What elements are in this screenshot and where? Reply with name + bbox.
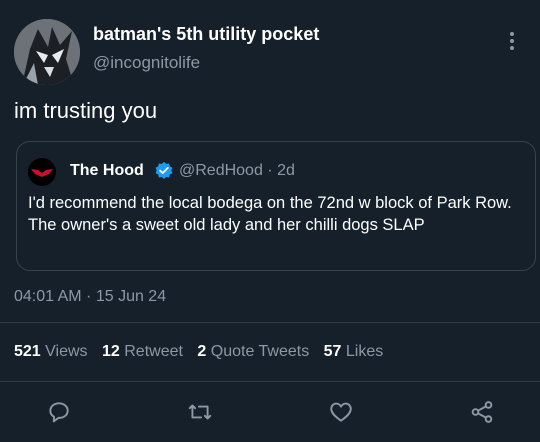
- tweet: batman's 5th utility pocket @incognitoli…: [0, 0, 540, 442]
- avatar-image: [14, 19, 80, 85]
- retweets-label: Retweet: [124, 343, 183, 360]
- retweet-button[interactable]: [185, 397, 215, 427]
- share-icon: [471, 401, 493, 423]
- divider: [0, 381, 540, 382]
- user-handle[interactable]: @incognitolife: [93, 53, 200, 73]
- verified-badge-icon: [155, 161, 173, 179]
- red-bat-logo-icon: [28, 158, 56, 186]
- tweet-text: im trusting you: [14, 98, 158, 123]
- more-vertical-icon[interactable]: [502, 29, 522, 53]
- heart-icon: [330, 402, 352, 422]
- divider: [0, 322, 540, 323]
- likes-label: Likes: [345, 343, 384, 360]
- action-bar: [0, 393, 540, 429]
- quoted-tweet-text: I'd recommend the local bodega on the 72…: [28, 194, 512, 234]
- share-button[interactable]: [467, 397, 497, 427]
- likes-stat[interactable]: 57 Likes: [324, 343, 384, 360]
- like-button[interactable]: [326, 397, 356, 427]
- tweet-timestamp[interactable]: 04:01 AM · 15 Jun 24: [14, 288, 166, 306]
- views-count: 521: [14, 343, 41, 360]
- tweet-stats: 521 Views 12 Retweet 2 Quote Tweets 57 L…: [14, 343, 393, 361]
- quote-tweets-stat[interactable]: 2 Quote Tweets: [197, 343, 309, 360]
- quote-tweets-count: 2: [197, 343, 207, 360]
- views-label: Views: [45, 343, 88, 360]
- display-name[interactable]: batman's 5th utility pocket: [93, 24, 319, 45]
- avatar[interactable]: [14, 19, 80, 85]
- retweets-count: 12: [102, 343, 120, 360]
- reply-button[interactable]: [44, 397, 74, 427]
- reply-icon: [49, 402, 69, 423]
- likes-count: 57: [323, 343, 342, 360]
- retweet-icon: [188, 404, 212, 420]
- red-hood-avatar: [28, 158, 56, 186]
- quote-tweets-label: Quote Tweets: [210, 343, 310, 360]
- views-stat[interactable]: 521 Views: [14, 343, 88, 360]
- quoted-tweet[interactable]: The Hood @RedHood · 2d I'd recommend the…: [16, 141, 536, 271]
- quoted-display-name[interactable]: The Hood: [70, 162, 144, 180]
- retweets-stat[interactable]: 12 Retweet: [102, 343, 183, 360]
- quoted-handle[interactable]: @RedHood · 2d: [179, 162, 295, 180]
